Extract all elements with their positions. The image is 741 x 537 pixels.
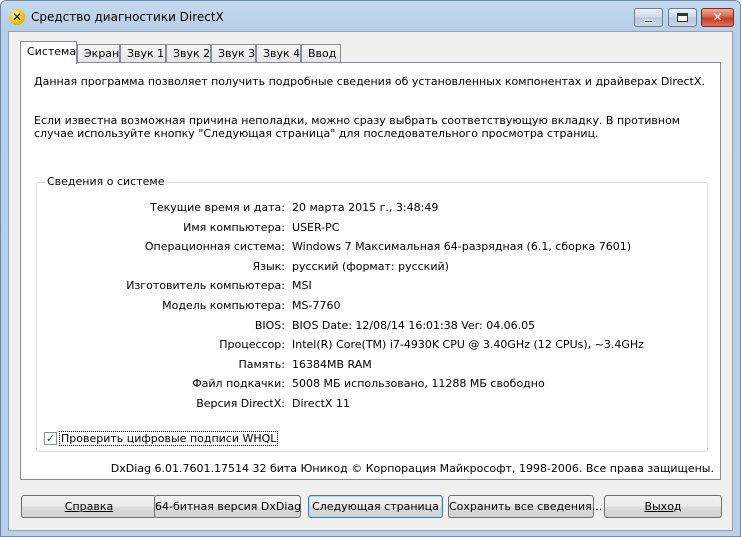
directx-icon: ✕ xyxy=(9,9,25,25)
info-row-memory: Память: 16384MB RAM xyxy=(37,358,707,374)
info-value: USER-PC xyxy=(292,220,340,234)
info-label: Файл подкачки: xyxy=(192,377,285,391)
intro-text: Данная программа позволяет получить подр… xyxy=(34,75,705,88)
title-bar[interactable]: ✕ Средство диагностики DirectX ✕ xyxy=(1,1,740,31)
exit-button[interactable]: Выход xyxy=(604,495,722,518)
intro-hint-text: Если известна возможная причина неполадк… xyxy=(34,114,681,140)
info-value: 16384MB RAM xyxy=(292,357,372,371)
dxdiag-window: ✕ Средство диагностики DirectX ✕ Система… xyxy=(0,0,741,537)
info-value: MS-7760 xyxy=(292,299,341,312)
client-area: Система Экран Звук 1 Звук 2 Звук 3 Звук … xyxy=(8,31,733,531)
tab-sound-4[interactable]: Звук 4 xyxy=(256,44,301,63)
info-label: Процессор: xyxy=(219,338,285,352)
system-tab-page: Данная программа позволяет получить подр… xyxy=(20,62,721,480)
window-title: Средство диагностики DirectX xyxy=(31,10,224,24)
tab-display[interactable]: Экран xyxy=(77,44,120,63)
info-label: Изготовитель компьютера: xyxy=(126,279,285,293)
info-row-os: Операционная система: Windows 7 Максимал… xyxy=(37,240,707,256)
minimize-icon xyxy=(644,20,653,23)
info-row-model: Модель компьютера: MS-7760 xyxy=(37,299,707,315)
info-label: Язык: xyxy=(252,259,285,273)
tab-sound-1[interactable]: Звук 1 xyxy=(120,44,166,63)
exit-button-label: Выход xyxy=(644,500,682,513)
info-label: Память: xyxy=(238,357,285,371)
info-row-manufacturer: Изготовитель компьютера: MSI xyxy=(37,279,707,295)
info-label: Операционная система: xyxy=(144,240,285,254)
info-row-datetime: Текущие время и дата: 20 марта 2015 г., … xyxy=(37,201,707,217)
save-all-button-label: Сохранить все сведения... xyxy=(449,500,603,513)
info-value: MSI xyxy=(292,279,312,293)
tab-system[interactable]: Система xyxy=(20,41,77,64)
info-label: Имя компьютера: xyxy=(183,220,285,234)
info-value: русский (формат: русский) xyxy=(292,259,449,273)
maximize-button[interactable] xyxy=(668,8,697,27)
info-value: Intel(R) Core(TM) i7-4930K CPU @ 3.40GHz… xyxy=(292,338,644,352)
info-row-processor: Процессор: Intel(R) Core(TM) i7-4930K CP… xyxy=(37,338,707,354)
tab-sound-2[interactable]: Звук 2 xyxy=(166,44,211,63)
copyright-text: DxDiag 6.01.7601.17514 32 бита Юникод © … xyxy=(110,462,714,475)
info-value: Windows 7 Максимальная 64-разрядная (6.1… xyxy=(292,240,632,254)
next-page-button[interactable]: Следующая страница xyxy=(308,495,443,518)
info-row-directx-version: Версия DirectX: DirectX 11 xyxy=(37,397,707,413)
tab-sound-3[interactable]: Звук 3 xyxy=(211,44,256,63)
info-label: Текущие время и дата: xyxy=(150,201,285,214)
whql-checkbox[interactable]: ✓ xyxy=(44,432,57,445)
info-label: Версия DirectX: xyxy=(196,397,285,410)
dxdiag-64bit-button-label: 64-битная версия DxDiag xyxy=(155,500,302,513)
system-info-group: Сведения о системе Текущие время и дата:… xyxy=(36,175,708,452)
info-value: 20 марта 2015 г., 3:48:49 xyxy=(292,201,439,214)
info-label: Модель компьютера: xyxy=(162,299,285,312)
tab-input[interactable]: Ввод xyxy=(301,44,341,63)
info-row-language: Язык: русский (формат: русский) xyxy=(37,260,707,276)
help-button[interactable]: Справка xyxy=(21,495,157,518)
info-row-bios: BIOS: BIOS Date: 12/08/14 16:01:38 Ver: … xyxy=(37,319,707,335)
whql-checkbox-label[interactable]: Проверить цифровые подписи WHQL xyxy=(59,431,279,446)
minimize-button[interactable] xyxy=(634,8,663,27)
close-button[interactable]: ✕ xyxy=(701,8,734,27)
maximize-icon xyxy=(677,13,688,22)
info-value: DirectX 11 xyxy=(292,397,350,410)
help-button-label: Справка xyxy=(64,500,114,513)
info-row-computer-name: Имя компьютера: USER-PC xyxy=(37,221,707,237)
close-icon: ✕ xyxy=(712,10,723,24)
dxdiag-64bit-button[interactable]: 64-битная версия DxDiag xyxy=(154,495,301,518)
next-page-button-label: Следующая страница xyxy=(312,500,439,513)
info-row-pagefile: Файл подкачки: 5008 МБ использовано, 112… xyxy=(37,377,707,393)
info-value: 5008 МБ использовано, 11288 МБ свободно xyxy=(292,377,545,391)
info-label: BIOS: xyxy=(254,318,285,332)
save-all-button[interactable]: Сохранить все сведения... xyxy=(448,495,602,518)
group-legend: Сведения о системе xyxy=(45,175,167,188)
info-value: BIOS Date: 12/08/14 16:01:38 Ver: 04.06.… xyxy=(292,318,536,332)
